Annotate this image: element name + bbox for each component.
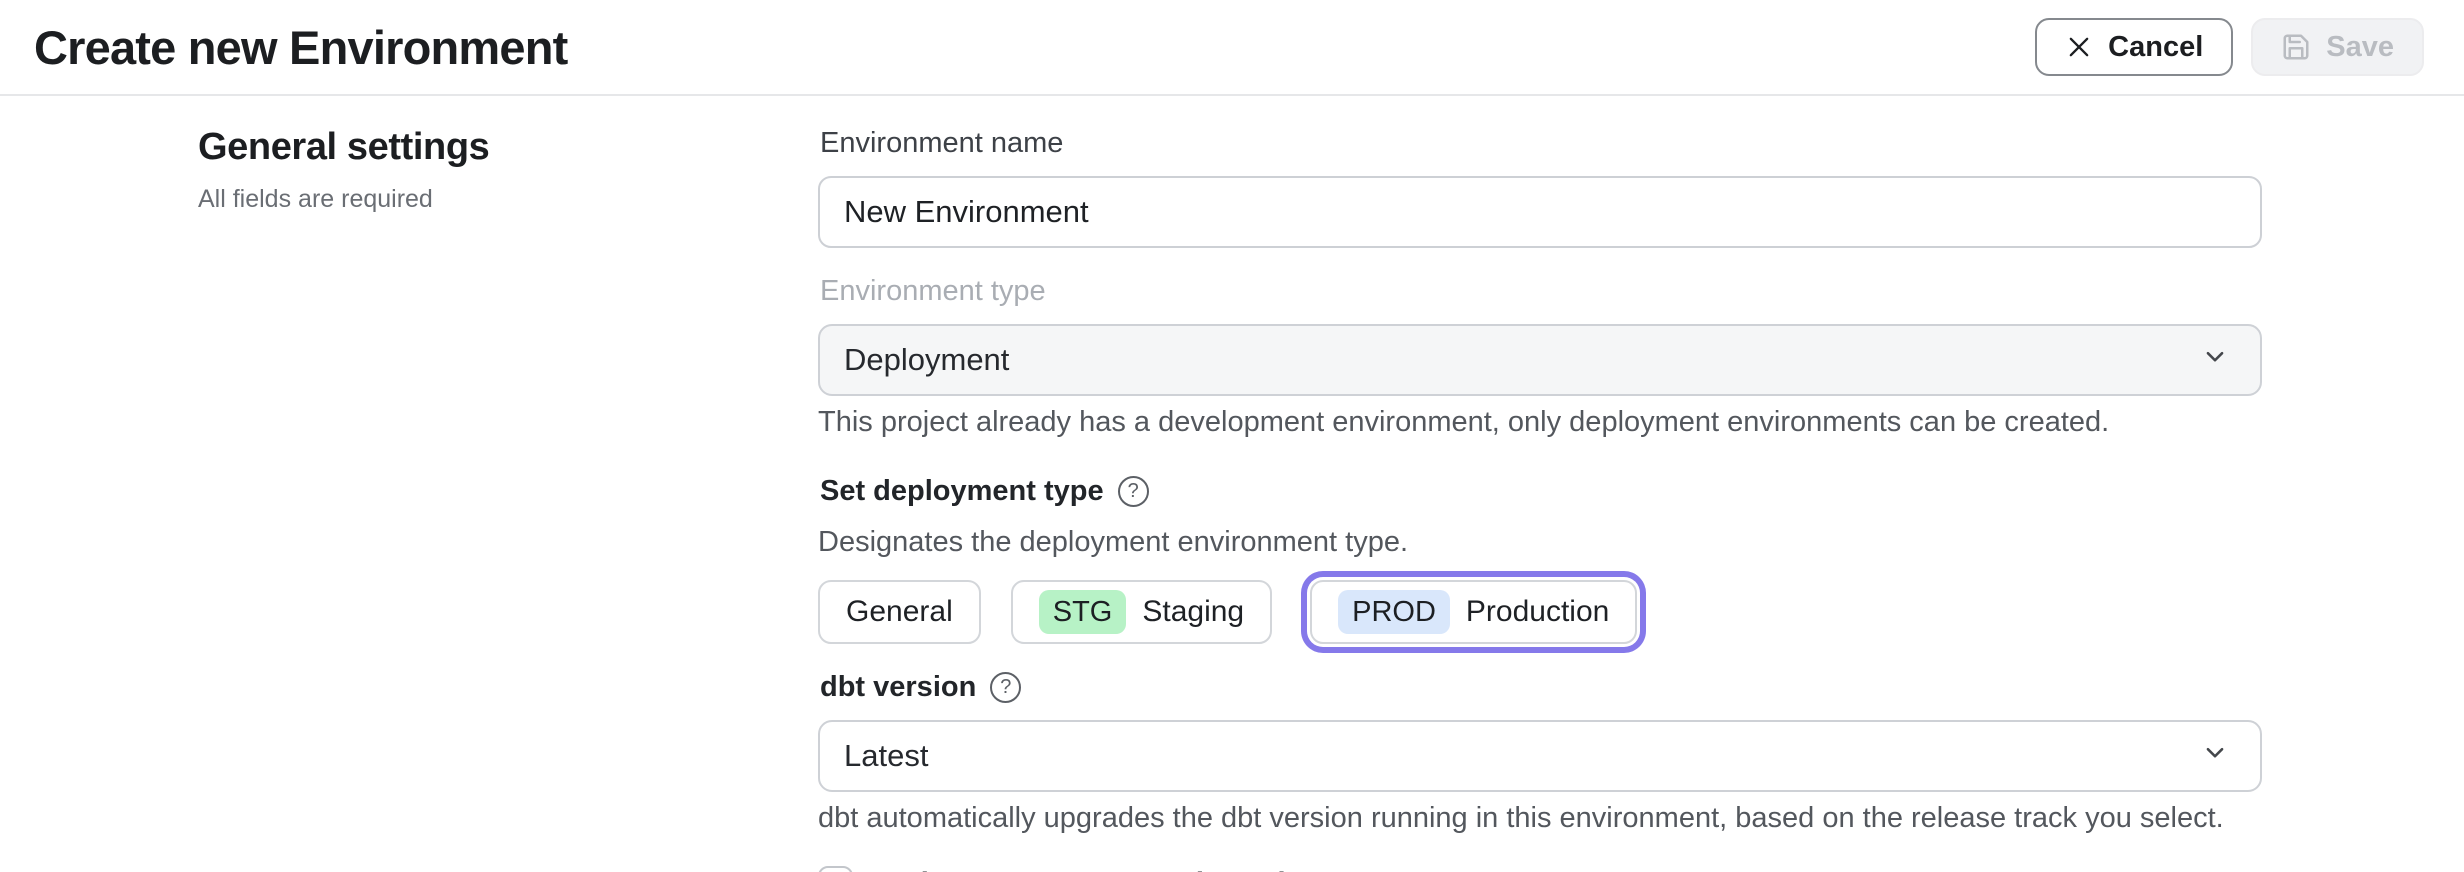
deployment-type-option-production-label: Production: [1466, 595, 1609, 629]
dbt-version-label: dbt version ?: [820, 670, 2262, 704]
custom-branch-row: Only run on a custom branch: [818, 866, 2262, 872]
deployment-type-option-staging[interactable]: STG Staging: [1011, 580, 1272, 644]
environment-type-label: Environment type: [820, 274, 2262, 308]
header-actions: Cancel Save: [2035, 18, 2424, 76]
environment-type-value: Deployment: [844, 342, 1009, 378]
environment-name-input[interactable]: [818, 176, 2262, 248]
deployment-type-option-staging-label: Staging: [1142, 595, 1244, 629]
staging-badge: STG: [1039, 590, 1127, 634]
main-content: General settings All fields are required…: [0, 96, 2464, 872]
question-mark-circle-icon[interactable]: ?: [1118, 476, 1149, 507]
settings-summary: General settings All fields are required: [0, 96, 818, 872]
environment-form: Environment name Environment type Deploy…: [818, 96, 2262, 872]
floppy-disk-icon: [2281, 32, 2311, 62]
save-button-label: Save: [2326, 31, 2394, 64]
chevron-down-icon: [2198, 339, 2232, 381]
page-header: Create new Environment Cancel Save: [0, 0, 2464, 96]
section-heading: General settings: [198, 126, 778, 169]
cancel-button[interactable]: Cancel: [2035, 18, 2233, 76]
deployment-type-option-production[interactable]: PROD Production: [1310, 580, 1637, 644]
chevron-down-icon: [2198, 735, 2232, 777]
save-button[interactable]: Save: [2251, 18, 2424, 76]
deployment-type-label-text: Set deployment type: [820, 474, 1104, 508]
environment-name-label: Environment name: [820, 126, 2262, 160]
deployment-type-option-general[interactable]: General: [818, 580, 981, 644]
deployment-type-label: Set deployment type ?: [820, 474, 2262, 508]
cancel-button-label: Cancel: [2108, 31, 2203, 64]
dbt-version-helper: dbt automatically upgrades the dbt versi…: [818, 800, 2262, 836]
dbt-version-value: Latest: [844, 738, 928, 774]
production-badge: PROD: [1338, 590, 1450, 634]
environment-type-helper: This project already has a development e…: [818, 404, 2262, 440]
section-subheading: All fields are required: [198, 185, 778, 214]
page-title: Create new Environment: [34, 20, 567, 75]
custom-branch-label: Only run on a custom branch: [879, 867, 1296, 872]
custom-branch-checkbox[interactable]: [818, 866, 853, 872]
deployment-type-options: General STG Staging PROD Production: [818, 580, 2262, 644]
dbt-version-select[interactable]: Latest: [818, 720, 2262, 792]
environment-type-select[interactable]: Deployment: [818, 324, 2262, 396]
deployment-type-option-general-label: General: [846, 595, 953, 629]
question-mark-circle-icon[interactable]: ?: [990, 672, 1021, 703]
dbt-version-label-text: dbt version: [820, 670, 976, 704]
deployment-type-helper: Designates the deployment environment ty…: [818, 524, 2262, 560]
close-icon: [2065, 33, 2093, 61]
